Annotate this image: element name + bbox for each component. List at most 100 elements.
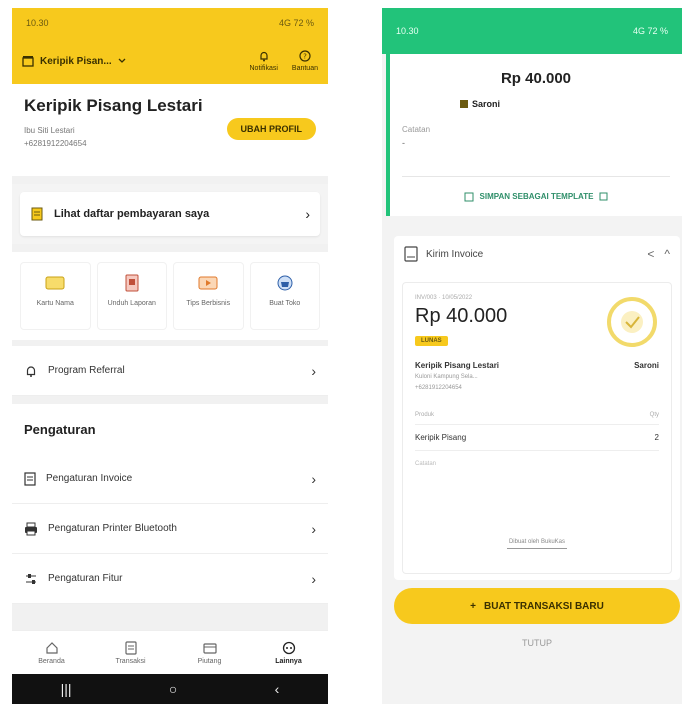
status-indicators: 4G 72 % [632,26,668,36]
bottom-navigation: Beranda Transaksi Piutang Lainnya [12,630,328,674]
transaction-icon [124,640,137,655]
chevron-up-icon[interactable]: ^ [664,247,670,261]
shortcut-tiles: Kartu Nama Unduh Laporan Tips Berbisnis … [12,252,328,340]
feature-settings-row[interactable]: Pengaturan Fitur › [12,554,328,604]
referral-label: Program Referral [48,365,125,376]
profile-card: Keripik Pisang Lestari Ibu Siti Lestari … [12,84,328,176]
setting-label: Pengaturan Invoice [46,473,133,484]
seller-name: Keripik Pisang Lestari [415,361,500,370]
item-table-header: Produk Qty [415,412,659,425]
buyer-name: Saroni [634,361,659,370]
item-row: Keripik Pisang 2 [415,425,659,451]
chevron-down-icon [118,58,126,63]
system-navigation: ||| ○ ‹ [12,674,328,704]
back-icon[interactable]: ‹ [275,681,280,697]
status-indicators: 4G 72 % [278,18,314,28]
receipt-icon [31,207,43,221]
item-header-qty: Qty [649,412,659,418]
store-icon [22,56,34,67]
notes-label: Catatan [402,125,431,134]
receivable-icon [202,642,217,654]
invoice-footer: Dibuat oleh BukuKas [403,539,671,549]
nav-label: Transaksi [115,657,146,665]
payment-list-link[interactable]: Lihat daftar pembayaran saya › [20,192,320,236]
tile-label: Buat Toko [269,300,301,307]
store-icon [274,273,296,293]
item-qty: 2 [654,433,659,442]
person-icon [460,100,468,108]
nav-receivables[interactable]: Piutang [170,631,249,674]
plus-icon: + [470,600,477,612]
help-button[interactable]: ? Bantuan [292,50,318,72]
nav-label: Beranda [38,657,65,665]
share-icon[interactable]: < [647,247,654,261]
paid-stamp-icon [607,297,657,347]
setting-label: Pengaturan Printer Bluetooth [48,523,177,534]
invoice-preview: INV/003 · 10/05/2022 Rp 40.000 LUNAS Ker… [402,282,672,574]
seller-phone: +6281912204654 [415,385,462,391]
chevron-right-icon: › [311,362,316,379]
notes-value: - [402,138,405,148]
footer-text: Dibuat oleh BukuKas [508,539,566,545]
payment-list-section: Lihat daftar pembayaran saya › [12,184,328,244]
bell-icon [260,51,268,62]
item-name: Keripik Pisang [415,433,467,442]
status-badge: LUNAS [415,336,448,346]
invoice-parties: Keripik Pisang Lestari Saroni [415,361,659,370]
printer-settings-row[interactable]: Pengaturan Printer Bluetooth › [12,504,328,554]
recents-icon[interactable]: ||| [61,681,72,697]
invoice-icon [404,246,418,262]
sliders-icon [26,573,36,584]
chevron-right-icon: › [305,206,310,222]
invoice-settings-row[interactable]: Pengaturan Invoice › [12,454,328,504]
invoice-icon [24,471,36,486]
report-icon [121,273,143,293]
referral-row[interactable]: Program Referral › [12,346,328,396]
new-transaction-button[interactable]: + BUAT TRANSAKSI BARU [394,588,680,624]
help-label: Bantuan [291,65,318,72]
tips-icon [197,273,219,293]
svg-text:?: ? [303,53,307,61]
save-template-button[interactable]: SIMPAN SEBAGAI TEMPLATE [402,176,670,216]
setting-label: Pengaturan Fitur [48,573,123,584]
save-template-label: SIMPAN SEBAGAI TEMPLATE [479,192,594,201]
notification-button[interactable]: Notifikasi [250,50,278,72]
store-selector[interactable]: Keripik Pisan... [22,55,250,67]
chevron-right-icon: › [311,470,316,487]
tile-label: Tips Berbisnis [186,300,231,307]
seller-address: Kuloni Kampung Sela... [415,374,478,380]
transaction-summary: Rp 40.000 Saroni Catatan - SIMPAN SEBAGA… [386,54,682,216]
invoice-note: Catatan [415,461,437,467]
status-time: 10.30 [396,26,419,36]
tile-business-tips[interactable]: Tips Berbisnis [173,262,244,330]
notification-label: Notifikasi [249,65,278,72]
close-button[interactable]: TUTUP [394,638,680,648]
profile-screen: 10.30 4G 72 % Keripik Pisan... Notifikas… [12,8,328,704]
tile-create-store[interactable]: Buat Toko [249,262,320,330]
nav-label: Piutang [197,657,222,665]
business-name: Keripik Pisang Lestari [24,96,203,115]
new-transaction-label: BUAT TRANSAKSI BARU [484,600,604,612]
home-button-icon[interactable]: ○ [169,681,177,697]
nav-more[interactable]: Lainnya [249,631,328,674]
more-icon [282,641,295,654]
transaction-amount: Rp 40.000 [500,70,572,87]
info-icon [599,192,608,201]
tile-business-card[interactable]: Kartu Nama [20,262,91,330]
store-name: Keripik Pisan... [40,55,112,67]
nav-home[interactable]: Beranda [12,631,91,674]
transaction-success-screen: 10.30 4G 72 % Rp 40.000 Saroni Catatan -… [382,8,682,704]
invoice-card: Kirim Invoice < ^ INV/003 · 10/05/2022 R… [394,236,680,580]
home-icon [45,641,58,654]
settings-heading: Pengaturan [12,404,328,454]
chevron-right-icon: › [311,520,316,537]
divider [507,548,567,549]
invoice-header: Kirim Invoice < ^ [394,236,680,272]
save-icon [464,192,474,201]
tile-download-report[interactable]: Unduh Laporan [96,262,167,330]
edit-profile-button[interactable]: UBAH PROFIL [226,118,316,140]
tile-label: Kartu Nama [36,300,74,307]
status-time: 10.30 [26,18,49,28]
nav-transactions[interactable]: Transaksi [91,631,170,674]
chevron-right-icon: › [311,570,316,587]
